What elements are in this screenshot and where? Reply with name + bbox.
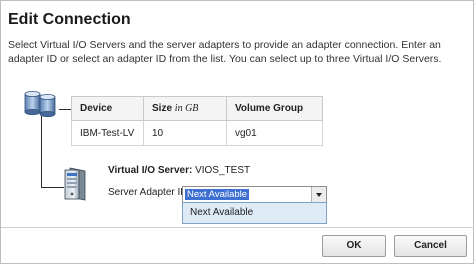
column-header-volume-group: Volume Group	[226, 96, 323, 121]
chevron-down-icon[interactable]	[311, 187, 326, 202]
cell-volume-group: vg01	[226, 120, 323, 146]
footer-divider	[1, 227, 474, 228]
ok-button[interactable]: OK	[322, 235, 386, 257]
connector-horizontal	[41, 187, 64, 188]
connector-vertical	[41, 113, 42, 187]
dialog-description: Select Virtual I/O Servers and the serve…	[8, 39, 442, 65]
size-unit-label: in GB	[174, 103, 199, 114]
dropdown-option-next-available[interactable]: Next Available	[183, 203, 326, 223]
column-header-device: Device	[71, 96, 144, 121]
table-row[interactable]: IBM-Test-LV 10 vg01	[71, 120, 323, 146]
adapter-dropdown-list: Next Available	[182, 202, 327, 224]
vios-label-text: Virtual I/O Server:	[108, 165, 193, 176]
database-stack-icon	[24, 91, 62, 122]
server-tower-icon	[64, 167, 86, 206]
vios-label: Virtual I/O Server: VIOS_TEST	[108, 165, 250, 176]
server-adapter-id-label: Server Adapter ID	[108, 187, 188, 198]
column-header-size: Size in GB	[143, 96, 227, 121]
server-adapter-id-select[interactable]: Next Available	[182, 186, 327, 203]
cancel-button[interactable]: Cancel	[394, 235, 467, 257]
selected-value: Next Available	[185, 189, 250, 200]
dialog-title: Edit Connection	[8, 11, 131, 28]
cell-device: IBM-Test-LV	[71, 120, 144, 146]
edit-connection-dialog: Edit Connection Select Virtual I/O Serve…	[0, 0, 474, 264]
cell-size: 10	[143, 120, 227, 146]
device-table: Device Size in GB Volume Group IBM-Test-…	[71, 96, 323, 146]
vios-name: VIOS_TEST	[195, 165, 251, 176]
